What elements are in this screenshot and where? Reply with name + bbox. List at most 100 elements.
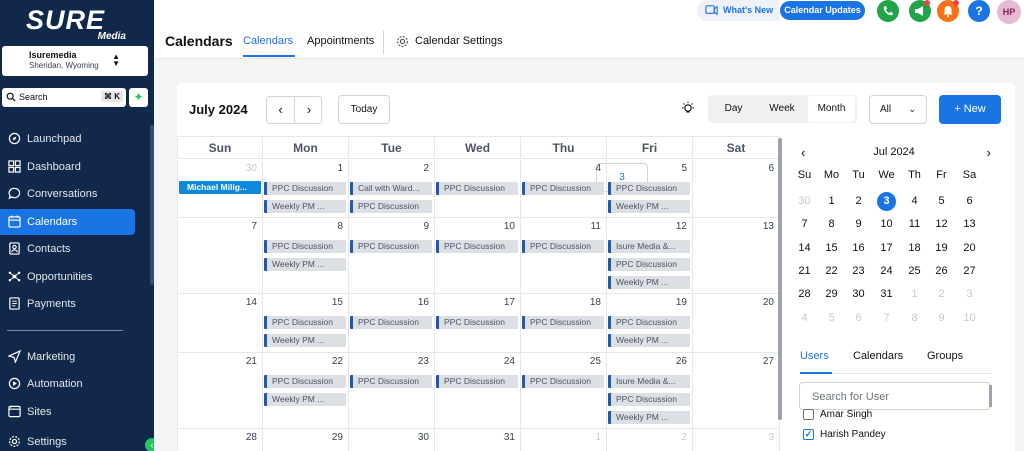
calendar-scrollbar[interactable] [778, 138, 782, 420]
sparkle-button[interactable]: ✦ [129, 88, 148, 107]
sidebar-search[interactable]: Search ⌘ K [2, 88, 126, 107]
mini-day[interactable]: 31 [873, 283, 900, 305]
mini-day[interactable]: 4 [901, 190, 928, 212]
tab-appointments[interactable]: Appointments [307, 35, 374, 47]
day-cell[interactable]: 27 [693, 353, 780, 429]
mini-day[interactable]: 12 [928, 213, 955, 235]
calendar-event[interactable]: Weekly PM ... [264, 200, 346, 213]
mini-day[interactable]: 8 [901, 307, 928, 329]
whats-new-button[interactable]: What's New [697, 0, 779, 21]
mini-day-selected[interactable]: 3 [873, 190, 900, 212]
view-month-button[interactable]: Month [808, 96, 855, 122]
mini-day[interactable]: 3 [956, 283, 983, 305]
help-button[interactable]: ? [968, 0, 990, 22]
mini-day[interactable]: 9 [845, 213, 872, 235]
calendar-event[interactable]: PPC Discussion [436, 316, 518, 329]
mini-day[interactable]: 30 [791, 190, 818, 212]
day-cell[interactable]: 23 PPC Discussion [349, 353, 435, 429]
calendar-event[interactable]: PPC Discussion [608, 182, 690, 195]
day-cell[interactable]: 18 PPC Discussion [521, 294, 607, 353]
mini-day[interactable]: 22 [818, 260, 845, 282]
day-cell[interactable]: 2 [607, 429, 693, 451]
calendar-event[interactable]: Call with Ward... [350, 182, 432, 195]
user-row[interactable]: Amar Singh [803, 409, 872, 420]
tab-users[interactable]: Users [800, 350, 829, 362]
sidebar-item-calendars[interactable]: Calendars [0, 209, 135, 235]
calendar-event[interactable]: PPC Discussion [608, 316, 690, 329]
day-cell[interactable]: 31 [435, 429, 521, 451]
day-cell[interactable]: 28 [177, 429, 263, 451]
prev-month-button[interactable]: ‹ [267, 97, 295, 123]
day-cell[interactable]: 3 PPC Discussion [435, 160, 648, 218]
mini-day[interactable]: 14 [791, 237, 818, 259]
view-day-button[interactable]: Day [712, 96, 755, 122]
user-row[interactable]: ✓ Harish Pandey [803, 429, 886, 440]
day-cell[interactable]: 10 PPC Discussion [435, 218, 521, 294]
day-cell[interactable]: 26 Isure Media &... PPC Discussion Weekly P… [607, 353, 693, 429]
mini-day[interactable]: 6 [956, 190, 983, 212]
day-cell[interactable]: 22 PPC Discussion Weekly PM ... [263, 353, 349, 429]
calendar-event[interactable]: PPC Discussion [350, 200, 432, 213]
calendar-event[interactable]: PPC Discussion [264, 182, 346, 195]
sidebar-item-opportunities[interactable]: Opportunities [0, 264, 135, 290]
day-cell[interactable]: 21 [177, 353, 263, 429]
mini-day[interactable]: 27 [956, 260, 983, 282]
sidebar-item-contacts[interactable]: Contacts [0, 236, 135, 262]
day-cell[interactable]: 24 PPC Discussion [435, 353, 521, 429]
sidebar-item-marketing[interactable]: Marketing [0, 344, 135, 370]
day-cell[interactable]: 13 [693, 218, 780, 294]
mini-day[interactable]: 30 [845, 283, 872, 305]
day-cell[interactable]: 16 PPC Discussion [349, 294, 435, 353]
sidebar-item-conversations[interactable]: Conversations [0, 181, 135, 207]
mini-day[interactable]: 5 [928, 190, 955, 212]
day-cell[interactable]: 12 Isure Media &... PPC Discussion Weekly P… [607, 218, 693, 294]
mini-day[interactable]: 6 [845, 307, 872, 329]
view-week-button[interactable]: Week [759, 96, 805, 122]
sidebar-item-sites[interactable]: Sites [0, 399, 135, 425]
day-cell[interactable]: 1 PPC Discussion Weekly PM ... [263, 160, 349, 218]
avatar[interactable]: HP [997, 0, 1021, 24]
calendar-event[interactable]: PPC Discussion [350, 375, 432, 388]
mini-day[interactable]: 11 [901, 213, 928, 235]
calendar-event[interactable]: PPC Discussion [608, 258, 690, 271]
calendar-event[interactable]: PPC Discussion [522, 182, 604, 195]
mini-day[interactable]: 26 [928, 260, 955, 282]
day-cell[interactable]: 17 PPC Discussion [435, 294, 521, 353]
mini-day[interactable]: 18 [901, 237, 928, 259]
mini-day[interactable]: 10 [956, 307, 983, 329]
checkbox[interactable] [803, 409, 814, 420]
mini-day[interactable]: 25 [901, 260, 928, 282]
lightbulb-icon[interactable] [681, 101, 695, 116]
calendar-event[interactable]: PPC Discussion [436, 240, 518, 253]
day-cell[interactable]: 30 [349, 429, 435, 451]
calendar-event[interactable]: Weekly PM ... [608, 334, 690, 347]
sidebar-item-automation[interactable]: Automation [0, 371, 135, 397]
day-cell[interactable]: 6 [693, 160, 780, 218]
phone-button[interactable] [877, 0, 899, 22]
calendar-event[interactable]: PPC Discussion [264, 240, 346, 253]
calendar-event[interactable]: PPC Discussion [608, 393, 690, 406]
mini-day[interactable]: 15 [818, 237, 845, 259]
mini-day[interactable]: 10 [873, 213, 900, 235]
mini-day[interactable]: 1 [901, 283, 928, 305]
tab-user-calendars[interactable]: Calendars [853, 350, 903, 362]
brand-logo[interactable]: SURE Media [26, 5, 126, 42]
calendar-event[interactable]: PPC Discussion [522, 240, 604, 253]
day-cell[interactable]: 7 [177, 218, 263, 294]
new-event-button[interactable]: + New [939, 95, 1001, 124]
mini-day[interactable]: 21 [791, 260, 818, 282]
mini-day[interactable]: 2 [928, 283, 955, 305]
day-cell[interactable]: 20 [693, 294, 780, 353]
mini-day[interactable]: 2 [845, 190, 872, 212]
day-cell[interactable]: 3 [693, 429, 780, 451]
mini-day[interactable]: 13 [956, 213, 983, 235]
tab-calendar-settings[interactable]: Calendar Settings [415, 35, 502, 47]
day-cell[interactable]: 25 PPC Discussion [521, 353, 607, 429]
day-cell[interactable]: 30 Michael Milig... [177, 160, 263, 218]
calendar-event[interactable]: PPC Discussion [436, 375, 518, 388]
user-list-scrollbar[interactable] [989, 385, 992, 407]
collapse-sidebar-button[interactable]: ‹ [145, 438, 154, 451]
sidebar-scrollbar[interactable] [150, 125, 154, 285]
day-cell[interactable]: 29 [263, 429, 349, 451]
calendar-event[interactable]: PPC Discussion [522, 375, 604, 388]
